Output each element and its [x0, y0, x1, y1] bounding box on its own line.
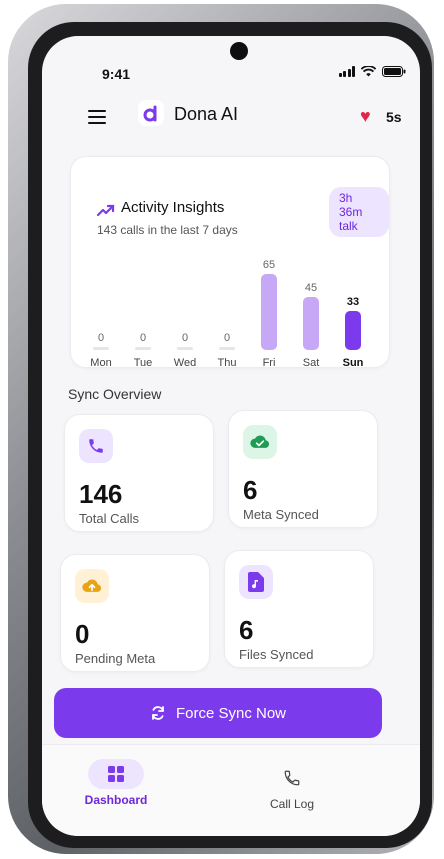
chart-bar: 0 [81, 332, 121, 350]
status-time: 9:41 [102, 66, 131, 82]
bar-value-label: 65 [262, 259, 276, 271]
music-file-icon [239, 565, 273, 599]
force-sync-button[interactable]: Force Sync Now [54, 688, 382, 738]
chart-bar: 65 [249, 259, 289, 350]
phone-icon [264, 763, 320, 793]
bar-day-label: Tue [133, 357, 153, 369]
heart-icon: ♥ [360, 106, 371, 126]
chart-bar: 0 [207, 332, 247, 350]
chart-bar: 0 [165, 332, 205, 350]
bar-value-label: 0 [181, 332, 189, 344]
bar-day-label: Thu [217, 357, 237, 369]
stat-number: 0 [75, 619, 90, 649]
force-sync-label: Force Sync Now [175, 704, 287, 722]
activity-insights-card: Activity Insights 143 calls in the last … [70, 156, 390, 369]
bar-fill [135, 347, 151, 350]
app-logo-icon [138, 100, 164, 126]
bar-fill [177, 347, 193, 350]
insights-title: Activity Insights [121, 199, 225, 216]
stat-number: 146 [79, 479, 123, 509]
bar-fill [303, 297, 319, 350]
cloud-check-icon [243, 425, 277, 459]
bar-fill [219, 347, 235, 350]
bar-fill [345, 311, 361, 350]
bar-day-label: Sun [342, 357, 364, 369]
wifi-icon [361, 66, 376, 77]
bar-value-label: 33 [346, 296, 360, 308]
bar-day-label: Sat [302, 357, 320, 369]
battery-icon [382, 66, 406, 77]
nav-label: Call Log [269, 797, 315, 811]
chart-bar: 33 [333, 296, 373, 350]
stat-label: Pending Meta [75, 651, 156, 666]
nav-label: Dashboard [84, 793, 148, 807]
phone-screen: 9:41 Dona AI ♥ 5s Activity Insights 143 … [42, 36, 420, 836]
phone-icon [79, 429, 113, 463]
bar-value-label: 0 [97, 332, 105, 344]
bar-value-label: 45 [304, 282, 318, 294]
nav-item-call-log[interactable]: Call Log [242, 763, 342, 811]
grid-icon [88, 759, 144, 789]
bar-value-label: 0 [223, 332, 231, 344]
stat-card-total-calls: 146 Total Calls [64, 414, 214, 532]
front-camera [230, 42, 248, 60]
nav-item-dashboard[interactable]: Dashboard [66, 759, 166, 807]
stat-card-files-synced: 6 Files Synced [224, 550, 374, 668]
stat-number: 6 [239, 615, 254, 645]
stat-label: Meta Synced [243, 507, 319, 522]
trending-up-icon [97, 204, 115, 217]
phone-frame: 9:41 Dona AI ♥ 5s Activity Insights 143 … [8, 4, 434, 854]
insights-subtitle: 143 calls in the last 7 days [97, 223, 238, 237]
stat-label: Files Synced [239, 647, 314, 662]
bottom-nav: Dashboard Call Log [42, 744, 420, 836]
bar-day-label: Wed [173, 357, 197, 369]
bar-day-label: Fri [262, 357, 276, 369]
chart-bar: 45 [291, 282, 331, 350]
signal-icon [338, 66, 355, 77]
sync-overview-title: Sync Overview [68, 386, 162, 402]
stat-number: 6 [243, 475, 258, 505]
status-icons [338, 66, 407, 77]
chart-bar: 0 [123, 332, 163, 350]
app-title: Dona AI [174, 104, 239, 124]
bar-day-label: Mon [90, 357, 112, 369]
bar-fill [93, 347, 109, 350]
bar-value-label: 0 [139, 332, 147, 344]
talk-time-badge: 3h 36m talk [329, 187, 389, 237]
menu-icon[interactable] [88, 110, 106, 128]
refresh-icon [152, 706, 164, 720]
streak-count: 5s [386, 109, 402, 125]
stat-card-meta-synced: 6 Meta Synced [228, 410, 378, 528]
cloud-upload-icon [75, 569, 109, 603]
stat-card-pending-meta: 0 Pending Meta [60, 554, 210, 672]
bar-fill [261, 274, 277, 350]
stat-label: Total Calls [79, 511, 139, 526]
